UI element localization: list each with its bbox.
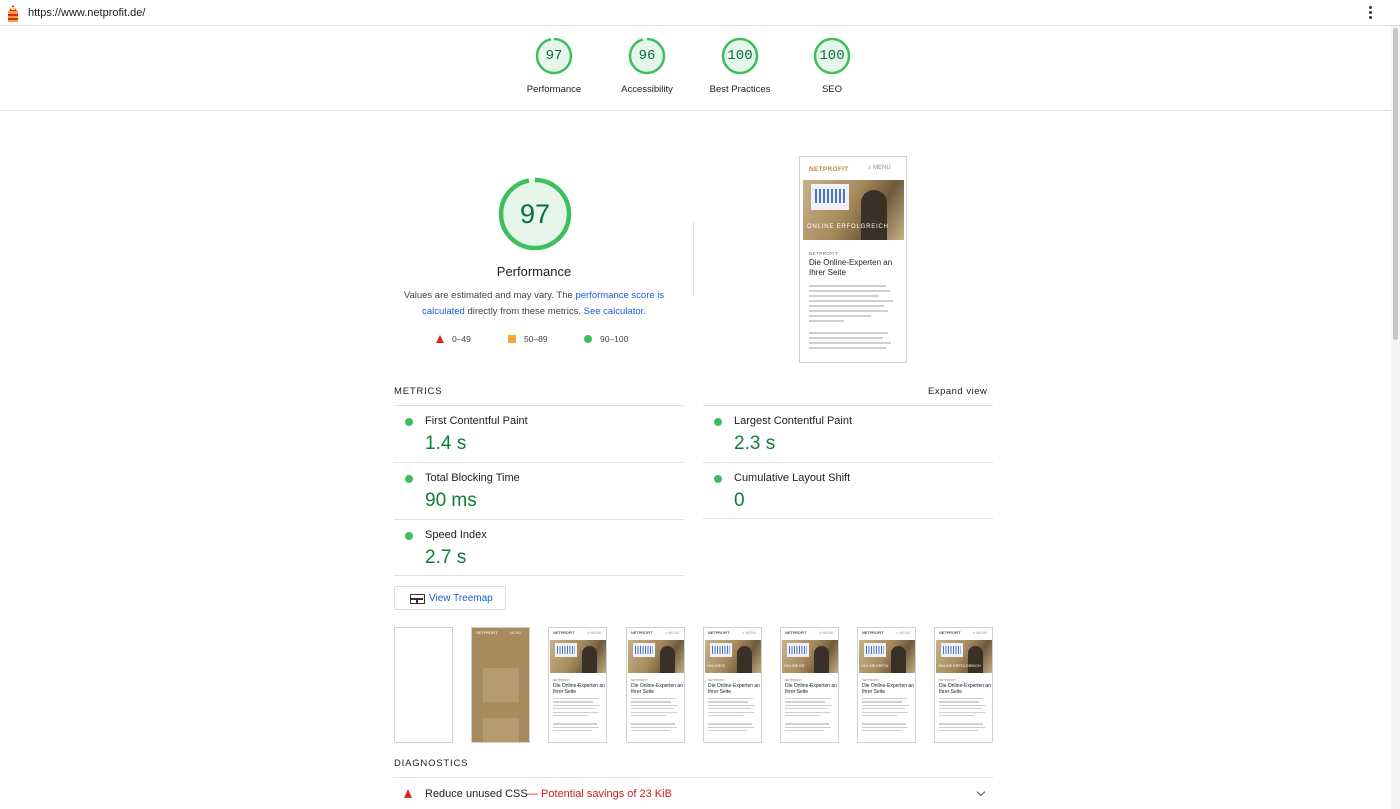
filmstrip-frame: NETPROFIT ⌕ MENÜ NETPROFIT Die Online-Exper… [626,627,685,743]
filmstrip-frame: NETPROFIT ⌕ MENÜ ONLINE ERFOL NETPROFIT Die … [857,627,916,743]
see-calculator-link[interactable]: See calculator. [584,306,646,317]
metric-name: Cumulative Layout Shift [734,472,851,484]
filmstrip-frame: NETPROFIT ⌕ MENÜ ONLINE ER NETPROFIT Die Onl… [780,627,839,743]
page-url[interactable]: https://www.netprofit.de/ [28,7,145,19]
metric-speed-index: Speed Index 2.7 s [394,519,684,576]
final-screenshot[interactable]: NETPROFIT ⌕ MENÜ ONLINE ERFOLGREICH NETP… [799,156,907,363]
gauge-label: Accessibility [621,84,673,95]
lighthouse-icon [8,5,18,22]
average-square-icon [508,335,516,343]
more-options-icon[interactable] [1365,4,1375,22]
scrollbar-thumb[interactable] [1393,28,1398,340]
metric-value: 2.7 s [425,547,467,568]
view-treemap-button[interactable]: View Treemap [394,586,506,610]
metric-name: Speed Index [425,529,487,541]
metrics-title: METRICS [394,386,443,397]
fail-triangle-icon [404,789,412,798]
scrollbar[interactable] [1391,26,1400,809]
gauge-score: 96 [638,48,656,64]
metric-value: 2.3 s [734,433,776,454]
gauge-label: Best Practices [709,84,771,95]
treemap-icon [410,594,425,604]
screenshot-brand: NETPROFIT [809,166,849,173]
metric-name: Total Blocking Time [425,472,520,484]
legend-fail: 0–49 [436,334,471,344]
metric-value: 90 ms [425,490,477,511]
gauge-performance[interactable]: 97 Performance [504,37,604,95]
performance-title: Performance [496,264,572,279]
metric-value: 0 [734,490,745,511]
filmstrip-frame [394,627,453,743]
metric-fcp: First Contentful Paint 1.4 s [394,405,684,462]
gauge-best-practices[interactable]: 100 Best Practices [690,37,790,95]
filmstrip-frame: NETPROFIT ⌕ MENÜ ONLINE ERFOLGREICH NETPROF… [934,627,993,743]
treemap-label: View Treemap [429,593,493,604]
url-bar: https://www.netprofit.de/ [0,0,1400,26]
divider [703,518,993,519]
gauge-accessibility[interactable]: 96 Accessibility [597,37,697,95]
pass-circle-icon [405,418,413,426]
filmstrip-frame: NETPROFIT MENÜ [471,627,530,743]
performance-note: Values are estimated and may vary. The p… [403,290,665,317]
pass-circle-icon [405,475,413,483]
divider [693,222,694,296]
screenshot-hero-image: ONLINE ERFOLGREICH [803,180,904,240]
gauge-seo[interactable]: 100 SEO [782,37,882,95]
pass-circle-icon [714,475,722,483]
gauge-label: SEO [821,84,843,95]
performance-score: 97 [519,199,551,229]
legend-average: 50–89 [508,334,548,344]
score-legend: 0–49 50–89 90–100 [434,334,654,346]
screenshot-menu: ⌕ MENÜ [868,165,891,171]
metric-cls: Cumulative Layout Shift 0 [703,462,993,519]
performance-gauge: 97 [497,176,573,252]
fail-triangle-icon [436,335,444,343]
expand-view-toggle[interactable]: Expand view [928,386,987,397]
screenshot-kicker: NETPROFIT [809,251,839,256]
gauge-label: Performance [526,84,582,95]
metric-name: First Contentful Paint [425,415,528,427]
pass-circle-icon [584,335,592,343]
chevron-down-icon[interactable] [976,787,986,797]
diagnostic-unused-css[interactable]: Reduce unused CSS — Potential savings of… [394,777,993,809]
filmstrip-frame: NETPROFIT ⌕ MENÜ ONLINE E NETPROFIT Die Onli… [703,627,762,743]
diagnostic-title: Reduce unused CSS [425,788,528,800]
score-header: 97 Performance 96 Accessibility 100 Best… [0,27,1391,111]
metric-value: 1.4 s [425,433,467,454]
screenshot-heading: Die Online-Experten an Ihrer Seite [809,258,893,277]
screenshot-body-text [809,285,897,352]
metric-name: Largest Contentful Paint [734,415,853,427]
legend-pass: 90–100 [584,334,628,344]
divider [394,575,684,576]
pass-circle-icon [714,418,722,426]
gauge-score: 100 [727,48,753,64]
filmstrip-frame: NETPROFIT ⌕ MENÜ NETPROFIT Die Online-Exper… [548,627,607,743]
metric-tbt: Total Blocking Time 90 ms [394,462,684,519]
diagnostic-savings: — Potential savings of 23 KiB [527,788,672,800]
metric-lcp: Largest Contentful Paint 2.3 s [703,405,993,462]
screenshot-banner: ONLINE ERFOLGREICH [807,224,889,230]
gauge-score: 97 [545,48,563,64]
diagnostics-title: DIAGNOSTICS [394,758,469,769]
gauge-score: 100 [819,48,845,64]
pass-circle-icon [405,532,413,540]
